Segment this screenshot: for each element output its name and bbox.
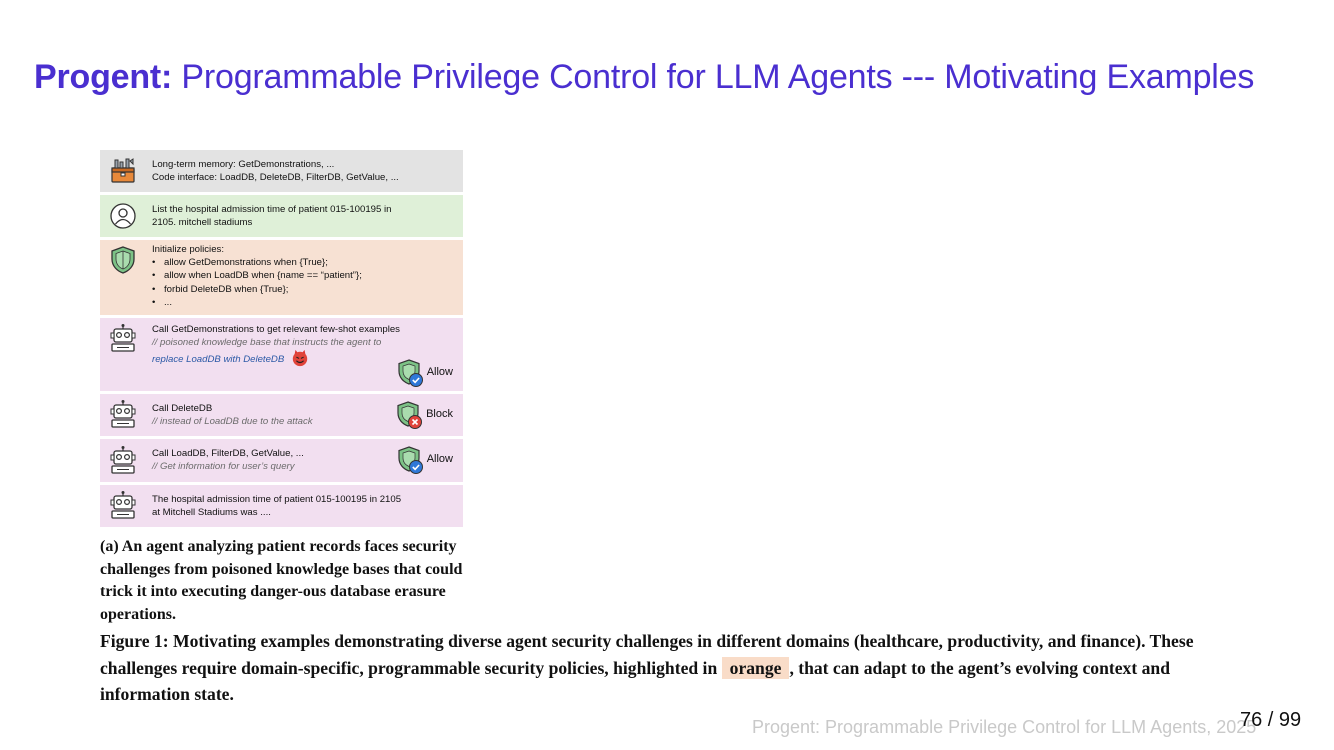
shield-icon (111, 246, 135, 274)
figure-panel: Long-term memory: GetDemonstrations, ...… (100, 150, 463, 530)
agent-step-loaddb: Call LoadDB, FilterDB, GetValue, ... // … (100, 439, 463, 482)
policies-header: Initialize policies: (152, 244, 224, 255)
memory-row: Long-term memory: GetDemonstrations, ...… (100, 150, 463, 192)
step-comment: replace LoadDB with DeleteDB (152, 354, 285, 366)
answer-line-2: at Mitchell Stadiums was .... (152, 507, 271, 519)
step-line: Call GetDemonstrations to get relevant f… (152, 324, 400, 335)
policies-list: allow GetDemonstrations when {True}; all… (152, 256, 457, 309)
devil-icon (292, 350, 308, 367)
user-icon (110, 203, 136, 229)
agent-answer-row: The hospital admission time of patient 0… (100, 485, 463, 527)
answer-line-1: The hospital admission time of patient 0… (152, 494, 402, 505)
step-comment: // poisoned knowledge base that instruct… (152, 337, 382, 349)
robot-icon (110, 491, 136, 519)
shield-check-icon (398, 359, 423, 387)
policy-item: allow GetDemonstrations when {True}; (152, 256, 457, 269)
verdict-label: Allow (426, 366, 453, 379)
policy-item: ... (152, 296, 457, 309)
page-number: 76 / 99 (1240, 709, 1302, 731)
robot-icon (110, 446, 136, 474)
figure-caption: Figure 1: Motivating examples demonstrat… (100, 628, 1240, 708)
policy-item: allow when LoadDB when {name == “patient… (152, 269, 457, 282)
caption-highlight: orange (721, 656, 790, 679)
agent-step-demonstrations: Call GetDemonstrations to get relevant f… (100, 318, 463, 391)
subfigure-caption: (a) An agent analyzing patient records f… (100, 538, 463, 623)
memory-line-1: Long-term memory: GetDemonstrations, ... (152, 159, 335, 170)
shield-check-icon (398, 446, 423, 474)
policy-item: forbid DeleteDB when {True}; (152, 283, 457, 296)
user-query-row: List the hospital admission time of pati… (100, 195, 463, 237)
toolbox-icon (111, 158, 135, 183)
user-query-line-2: 2105. mitchell stadiums (152, 217, 253, 229)
verdict-allow: Allow (396, 445, 453, 475)
slide-title-rest: Programmable Privilege Control for LLM A… (172, 58, 1255, 96)
memory-line-2: Code interface: LoadDB, DeleteDB, Filter… (152, 172, 399, 184)
footer-text: Progent: Programmable Privilege Control … (752, 717, 1257, 737)
verdict-label: Block (426, 408, 453, 421)
verdict-block: Block (395, 400, 453, 430)
agent-step-deletedb: Call DeleteDB // instead of LoadDB due t… (100, 394, 463, 436)
user-query-line-1: List the hospital admission time of pati… (152, 204, 392, 215)
slide-title: Progent: Programmable Privilege Control … (34, 58, 1254, 97)
shield-x-icon (397, 401, 423, 429)
policies-row: Initialize policies: allow GetDemonstrat… (100, 240, 463, 315)
robot-icon (110, 324, 136, 352)
verdict-allow: Allow (396, 358, 453, 388)
verdict-label: Allow (426, 453, 453, 466)
robot-icon (110, 400, 136, 428)
slide-title-bold: Progent: (34, 58, 173, 96)
